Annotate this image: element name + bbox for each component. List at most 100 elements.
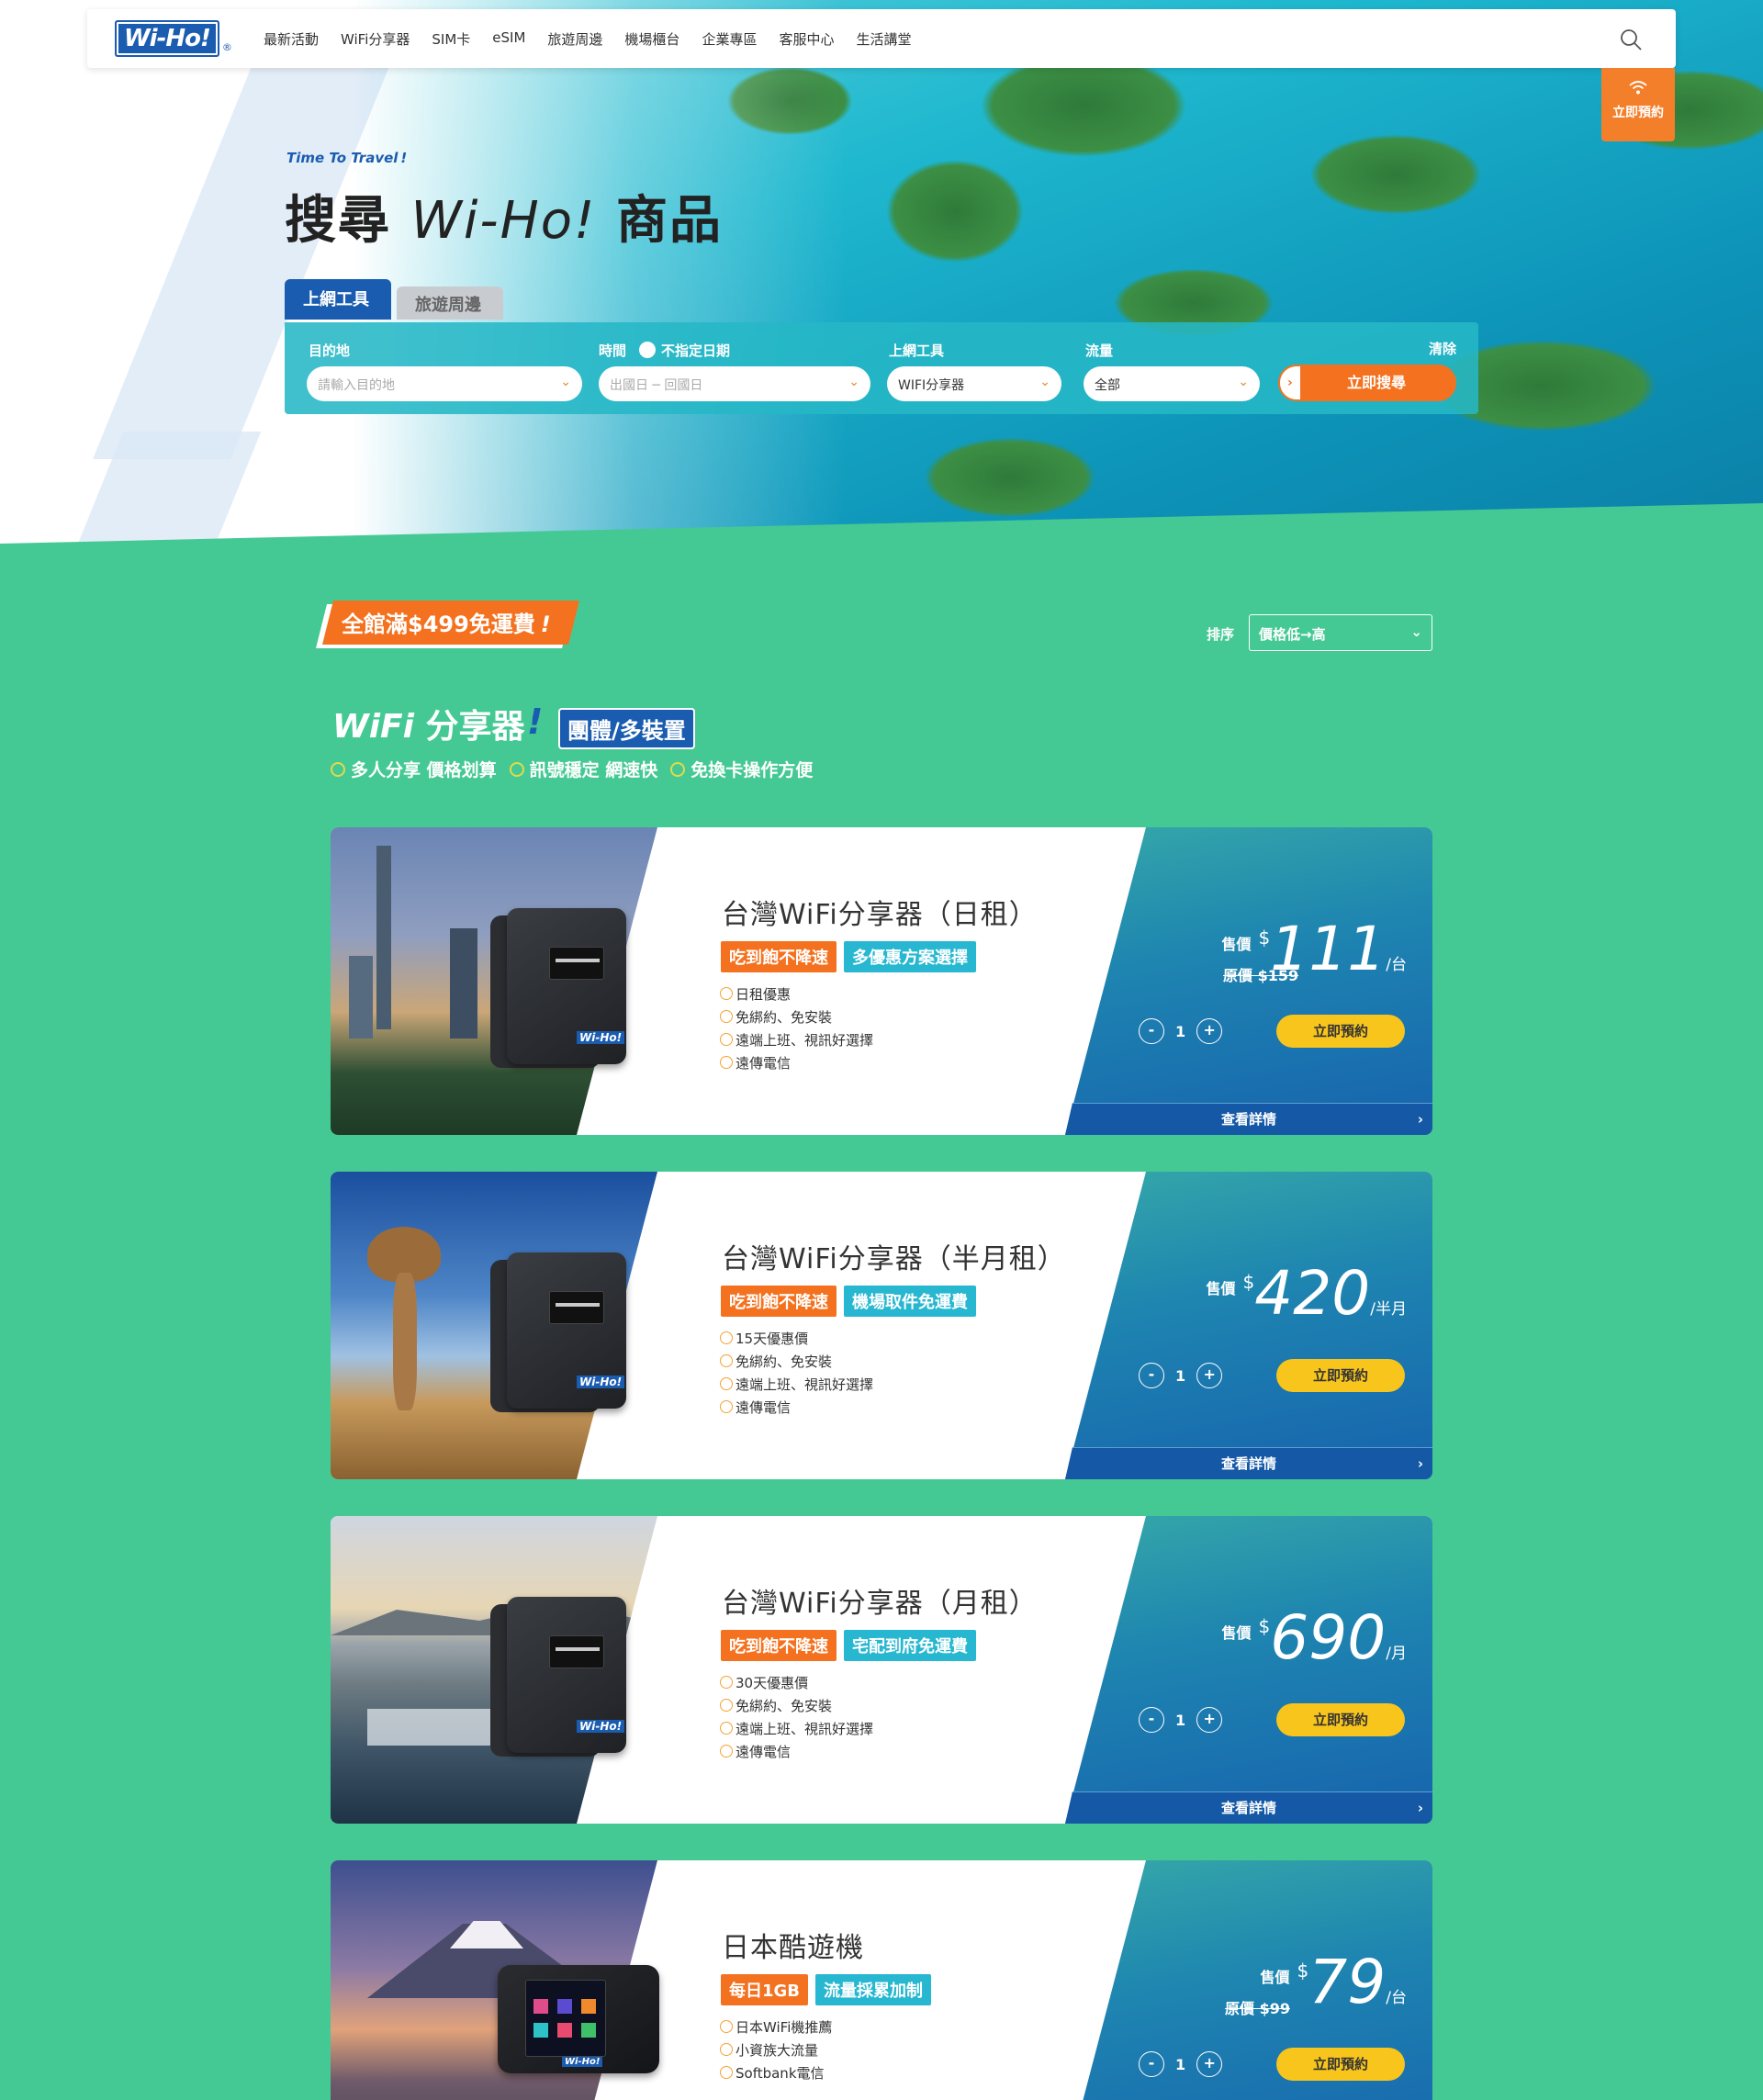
product-feature-text: 15天優惠價 bbox=[736, 1331, 809, 1347]
check-circle-icon bbox=[720, 1744, 733, 1757]
view-details-button[interactable]: 查看詳情 › bbox=[1065, 1791, 1432, 1824]
japan-router-image: Wi-Ho! bbox=[498, 1965, 659, 2100]
view-details-button[interactable]: 查看詳情 › bbox=[1065, 1447, 1432, 1479]
product-title[interactable]: 台灣WiFi分享器（日租） bbox=[722, 892, 1038, 932]
chevron-down-icon: ⌄ bbox=[560, 375, 571, 389]
wifi-router-image: Wi-Ho! bbox=[490, 1597, 626, 1757]
logo-registered-mark: ® bbox=[221, 41, 232, 53]
price-value: 420 bbox=[1254, 1258, 1371, 1329]
chevron-down-icon: ⌄ bbox=[1410, 623, 1422, 640]
product-feature-text: 免綁約、免安裝 bbox=[736, 1698, 833, 1714]
product-tag: 機場取件免運費 bbox=[844, 1286, 976, 1317]
category-badge: 團體/多裝置 bbox=[558, 708, 695, 749]
nav-item-news[interactable]: 最新活動 bbox=[264, 29, 319, 49]
chevron-right-icon: › bbox=[1417, 1111, 1423, 1128]
increase-button[interactable]: + bbox=[1196, 1707, 1223, 1733]
date-range-field[interactable]: 出國日 ─ 回國日 ⌄ bbox=[599, 366, 870, 401]
price-unit: /台 bbox=[1386, 1989, 1407, 2007]
currency-symbol: $ bbox=[1242, 1271, 1255, 1293]
check-circle-icon bbox=[720, 1009, 733, 1023]
product-card: Wi-Ho! 台灣WiFi分享器（月租） 吃到飽不降速 宅配到府免運費 30天優… bbox=[331, 1516, 1432, 1824]
category-feature: 免換卡操作方便 bbox=[670, 757, 813, 781]
nav-item-enterprise[interactable]: 企業專區 bbox=[702, 29, 757, 49]
top-navigation: Wi-Ho! ® 最新活動 WiFi分享器 SIM卡 eSIM 旅遊周邊 機場櫃… bbox=[87, 9, 1676, 68]
site-logo[interactable]: Wi-Ho! ® bbox=[115, 18, 253, 59]
category-feature-text: 多人分享 價格划算 bbox=[351, 760, 497, 780]
device-screen bbox=[525, 1980, 606, 2057]
price-unit: /半月 bbox=[1370, 1300, 1407, 1319]
nav-item-wifi[interactable]: WiFi分享器 bbox=[341, 29, 410, 49]
product-tags: 每日1GB 流量採累加制 bbox=[721, 1974, 932, 2005]
price-value: 79 bbox=[1308, 1947, 1387, 2017]
book-button[interactable]: 立即預約 bbox=[1276, 1359, 1405, 1392]
page-title-brand: Wi-Ho! bbox=[410, 191, 597, 251]
nav-item-esim[interactable]: eSIM bbox=[492, 29, 525, 49]
clear-button[interactable]: 清除 bbox=[1429, 339, 1456, 358]
product-tags: 吃到飽不降速 多優惠方案選擇 bbox=[721, 941, 976, 972]
product-features: 日本WiFi機推薦 小資族大流量 Softbank電信 bbox=[720, 2016, 832, 2085]
product-title[interactable]: 台灣WiFi分享器（月租） bbox=[722, 1580, 1038, 1621]
device-brand-label: Wi-Ho! bbox=[577, 1720, 625, 1733]
sort-label: 排序 bbox=[1207, 626, 1235, 643]
tab-travel-accessories[interactable]: 旅遊周邊 bbox=[397, 286, 503, 320]
nav-item-travel[interactable]: 旅遊周邊 bbox=[547, 29, 602, 49]
product-feature-item: 遠傳電信 bbox=[720, 1741, 873, 1764]
book-button[interactable]: 立即預約 bbox=[1276, 2048, 1405, 2081]
hero-banner bbox=[0, 0, 1763, 551]
device-front: Wi-Ho! bbox=[498, 1965, 659, 2073]
increase-button[interactable]: + bbox=[1196, 2051, 1223, 2077]
tool-select-value: WIFI分享器 bbox=[898, 378, 965, 393]
nav-item-support[interactable]: 客服中心 bbox=[779, 29, 834, 49]
book-button[interactable]: 立即預約 bbox=[1276, 1703, 1405, 1736]
decrease-button[interactable]: - bbox=[1139, 2051, 1164, 2077]
destination-field[interactable]: 請輸入目的地 ⌄ bbox=[307, 366, 582, 401]
tab-internet-tools[interactable]: 上網工具 bbox=[285, 279, 391, 320]
view-details-label: 查看詳情 bbox=[1220, 1455, 1276, 1472]
category-feature: 多人分享 價格划算 bbox=[331, 757, 497, 781]
device-screen bbox=[549, 1635, 604, 1668]
increase-button[interactable]: + bbox=[1196, 1363, 1223, 1388]
quantity-value: 1 bbox=[1175, 2055, 1186, 2073]
product-feature-item: 日租優惠 bbox=[720, 983, 873, 1006]
product-tag: 吃到飽不降速 bbox=[721, 941, 837, 972]
hero-tagline: Time To Travel! bbox=[286, 150, 407, 166]
device-screen bbox=[549, 1291, 604, 1324]
nav-item-sim[interactable]: SIM卡 bbox=[432, 29, 470, 49]
sort-select[interactable]: 價格低→高 ⌄ bbox=[1249, 614, 1432, 651]
decrease-button[interactable]: - bbox=[1139, 1363, 1164, 1388]
increase-button[interactable]: + bbox=[1196, 1018, 1223, 1044]
currency-symbol: $ bbox=[1258, 1615, 1271, 1637]
price-unit: /月 bbox=[1386, 1645, 1407, 1663]
product-feature-item: 小資族大流量 bbox=[720, 2039, 832, 2062]
view-details-label: 查看詳情 bbox=[1220, 1111, 1276, 1128]
search-icon[interactable] bbox=[1619, 28, 1643, 51]
tool-select[interactable]: WIFI分享器 ⌄ bbox=[887, 366, 1061, 401]
page-title-suffix: 商品 bbox=[615, 191, 723, 251]
product-features: 15天優惠價 免綁約、免安裝 遠端上班、視訊好選擇 遠傳電信 bbox=[720, 1328, 873, 1420]
search-button[interactable]: › 立即搜尋 bbox=[1278, 365, 1456, 401]
hero-tagline-mark: ! bbox=[400, 150, 408, 166]
product-title[interactable]: 台灣WiFi分享器（半月租） bbox=[722, 1236, 1066, 1276]
view-details-button[interactable]: 查看詳情 › bbox=[1065, 1103, 1432, 1135]
check-circle-icon bbox=[331, 761, 345, 777]
category-feature: 訊號穩定 網速快 bbox=[509, 757, 657, 781]
product-feature-item: 遠傳電信 bbox=[720, 1052, 873, 1075]
logo-wordmark: Wi-Ho! bbox=[115, 20, 219, 57]
time-label-text: 時間 bbox=[599, 343, 627, 359]
nav-item-airport[interactable]: 機場櫃台 bbox=[624, 29, 679, 49]
product-title[interactable]: 日本酷遊機 bbox=[722, 1925, 864, 1965]
nav-menu: 最新活動 WiFi分享器 SIM卡 eSIM 旅遊周邊 機場櫃台 企業專區 客服… bbox=[264, 29, 933, 49]
book-button[interactable]: 立即預約 bbox=[1276, 1015, 1405, 1048]
sale-price: 售價 $420/半月 bbox=[1207, 1263, 1407, 1324]
wifi-router-image: Wi-Ho! bbox=[490, 908, 626, 1068]
nav-item-blog[interactable]: 生活講堂 bbox=[856, 29, 911, 49]
decrease-button[interactable]: - bbox=[1139, 1707, 1164, 1733]
sale-price: 售價 $690/月 bbox=[1222, 1608, 1407, 1668]
product-feature-text: 小資族大流量 bbox=[736, 2042, 819, 2059]
product-feature-item: Softbank電信 bbox=[720, 2062, 832, 2085]
data-select[interactable]: 全部 ⌄ bbox=[1084, 366, 1260, 401]
no-date-radio[interactable] bbox=[639, 342, 657, 358]
book-now-tab[interactable]: 立即預約 bbox=[1601, 68, 1675, 141]
search-panel: 目的地 請輸入目的地 ⌄ 時間 不指定日期 出國日 ─ 回國日 ⌄ 上網工具 WI… bbox=[285, 322, 1478, 414]
decrease-button[interactable]: - bbox=[1139, 1018, 1164, 1044]
